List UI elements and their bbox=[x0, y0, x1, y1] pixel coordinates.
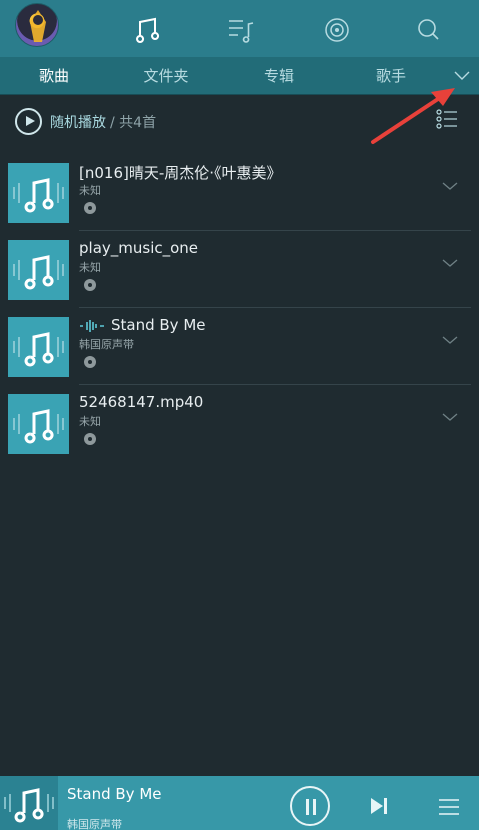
list-item[interactable]: 52468147.mp40 未知 bbox=[0, 385, 479, 462]
song-artist: 韩国原声带 bbox=[79, 338, 134, 351]
song-title: Stand By Me bbox=[79, 316, 206, 334]
song-count: / 共4首 bbox=[110, 115, 157, 131]
top-bar bbox=[0, 0, 479, 57]
song-title: 52468147.mp40 bbox=[79, 393, 204, 411]
disc-icon bbox=[84, 433, 96, 445]
tab-songs[interactable]: 歌曲 bbox=[19, 57, 89, 95]
disc-icon bbox=[84, 202, 96, 214]
list-item[interactable]: [n016]晴天-周杰伦·《叶惠美》 未知 bbox=[0, 154, 479, 231]
song-artist: 未知 bbox=[79, 415, 101, 428]
album-art-icon bbox=[8, 394, 69, 454]
disc-icon bbox=[84, 356, 96, 368]
search-icon[interactable] bbox=[413, 14, 443, 44]
music-note-icon[interactable] bbox=[131, 14, 161, 44]
pause-button[interactable] bbox=[290, 786, 330, 826]
song-title-text: Stand By Me bbox=[111, 316, 206, 334]
avatar[interactable] bbox=[15, 3, 59, 47]
shuffle-play-label[interactable]: 随机播放 bbox=[50, 112, 106, 132]
album-art-icon bbox=[8, 163, 69, 223]
chevron-down-icon[interactable] bbox=[440, 255, 460, 269]
player-title[interactable]: Stand By Me bbox=[67, 785, 162, 803]
list-item[interactable]: play_music_one 未知 bbox=[0, 231, 479, 308]
chevron-down-icon[interactable] bbox=[440, 332, 460, 346]
album-art-icon[interactable] bbox=[0, 776, 58, 830]
album-art-icon bbox=[8, 317, 69, 377]
list-item[interactable]: Stand By Me 韩国原声带 bbox=[0, 308, 479, 385]
chevron-down-icon[interactable] bbox=[440, 409, 460, 423]
shuffle-play-icon[interactable] bbox=[15, 108, 42, 135]
tab-folders[interactable]: 文件夹 bbox=[131, 57, 201, 95]
disc-icon bbox=[84, 279, 96, 291]
album-art-icon bbox=[8, 240, 69, 300]
playlist-icon[interactable] bbox=[226, 14, 256, 44]
song-title: play_music_one bbox=[79, 239, 199, 257]
player-artist: 韩国原声带 bbox=[67, 818, 122, 830]
mini-player[interactable]: Stand By Me 韩国原声带 bbox=[0, 776, 479, 830]
tab-albums[interactable]: 专辑 bbox=[244, 57, 314, 95]
song-title: [n016]晴天-周杰伦·《叶惠美》 bbox=[79, 164, 282, 182]
playlist-menu-icon[interactable] bbox=[438, 798, 460, 816]
chevron-down-icon[interactable] bbox=[440, 178, 460, 192]
now-playing-icon bbox=[80, 319, 104, 332]
next-track-icon[interactable] bbox=[368, 796, 390, 816]
song-artist: 未知 bbox=[79, 184, 101, 197]
radio-icon[interactable] bbox=[322, 14, 352, 44]
song-artist: 未知 bbox=[79, 261, 101, 274]
annotation-arrow-icon bbox=[371, 88, 455, 144]
